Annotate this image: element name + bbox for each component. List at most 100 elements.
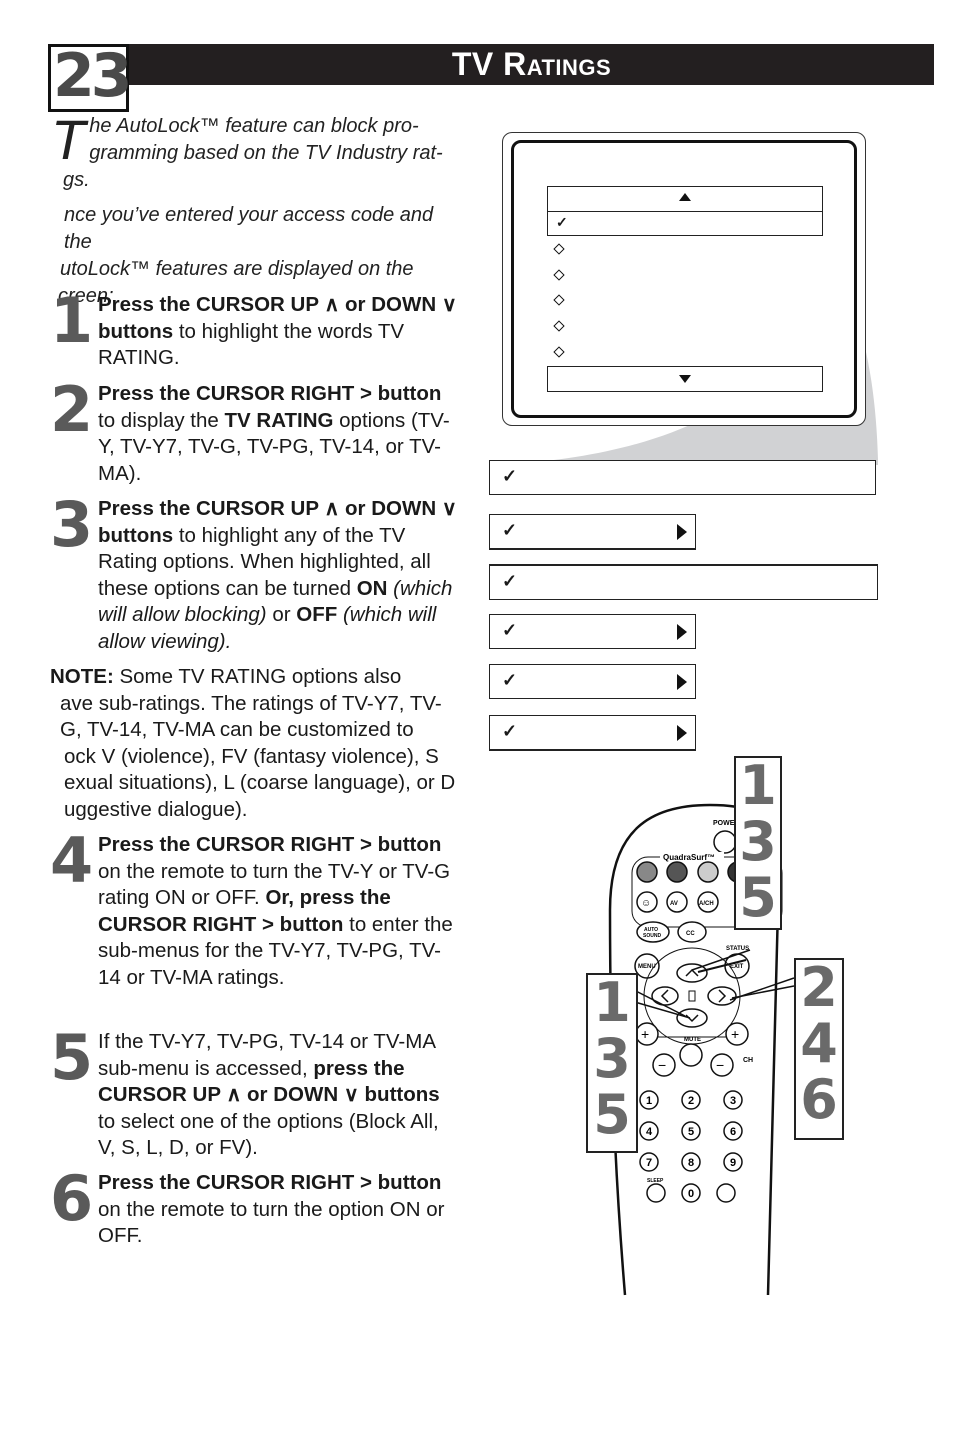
quadrasurf-button-3[interactable] <box>697 861 719 883</box>
note-line: G, TV-14, TV-MA can be customized to <box>60 718 414 741</box>
step-6: 6 Press the CURSOR RIGHT > button on the… <box>50 1166 460 1250</box>
drop-cap: T <box>51 108 86 171</box>
submenu-arrow-icon <box>677 524 687 540</box>
step-text: Press the CURSOR RIGHT > button on the r… <box>98 1170 460 1250</box>
step-5: 5 If the TV-Y7, TV-PG, TV-14 or TV-MA su… <box>50 1025 460 1162</box>
check-icon: ✓ <box>502 571 518 591</box>
digit-label: 1 <box>646 1095 652 1107</box>
quadrasurf-button-1[interactable] <box>636 861 658 883</box>
diamond-icon <box>553 294 565 306</box>
cursor-right-button[interactable] <box>707 986 737 1006</box>
minus-icon: − <box>716 1057 724 1073</box>
callout-number: 5 <box>739 866 777 929</box>
step-text: Press the CURSOR RIGHT > button on the r… <box>98 832 460 991</box>
cursor-down-button[interactable] <box>676 1008 708 1028</box>
intro-line: nce you’ve entered your access code and … <box>64 204 434 253</box>
step-text-run: on the remote to turn the option ON or O… <box>98 1197 445 1248</box>
callout-number: 2 <box>800 956 838 1019</box>
note-line: ave sub-ratings. The ratings of TV-Y7, T… <box>60 691 442 715</box>
check-icon: ✓ <box>502 520 518 540</box>
menu-item[interactable] <box>553 292 575 308</box>
intro-line: he AutoLock™ feature can block pro- <box>89 115 419 137</box>
note-line: ock V (violence), FV (fantasy violence),… <box>64 744 439 768</box>
intro-line: gramming based on the TV Industry rat- <box>89 142 443 164</box>
mute-label: MUTE <box>684 1037 701 1043</box>
menu-item[interactable] <box>553 344 575 360</box>
callout-number: 1 <box>593 971 631 1034</box>
page-number-box: 23 <box>48 41 132 112</box>
rating-option-2[interactable]: ✓ <box>489 514 696 550</box>
minus-icon: − <box>658 1057 666 1073</box>
step-text-run: TV RATING <box>224 408 334 432</box>
ok-icon <box>688 990 696 1002</box>
note-line: uggestive dialogue). <box>64 797 248 821</box>
scroll-up-button[interactable] <box>547 186 823 212</box>
rating-option-6[interactable]: ✓ <box>489 715 696 751</box>
mute-button[interactable] <box>679 1043 703 1067</box>
digit-label: 5 <box>688 1126 694 1138</box>
digit-label: 9 <box>730 1157 736 1169</box>
page-number: 23 <box>53 41 132 111</box>
digit-label: 6 <box>730 1126 736 1138</box>
menu-label: MENU <box>638 964 656 970</box>
digit-label: 0 <box>688 1188 694 1200</box>
check-icon: ✓ <box>556 214 568 230</box>
callout-number: 1 <box>739 754 777 817</box>
rating-option-3[interactable]: ✓ <box>489 564 878 600</box>
sleep-button[interactable] <box>646 1183 666 1203</box>
rating-option-1[interactable]: ✓ <box>489 460 876 495</box>
cursor-left-button[interactable] <box>651 986 679 1006</box>
scroll-down-button[interactable] <box>547 366 823 392</box>
callout-number: 3 <box>739 810 777 873</box>
channel-label: CH <box>743 1057 753 1064</box>
quadrasurf-button-2[interactable] <box>666 861 688 883</box>
submenu-arrow-icon <box>677 725 687 741</box>
menu-item[interactable] <box>553 318 575 334</box>
triangle-up-icon <box>679 193 691 201</box>
callout-number: 4 <box>800 1012 838 1075</box>
step-text: If the TV-Y7, TV-PG, TV-14 or TV-MA sub-… <box>98 1029 460 1162</box>
check-icon: ✓ <box>502 620 518 640</box>
step-text-run: Press the CURSOR RIGHT > button <box>98 382 442 405</box>
callout-steps-246-right: 2 4 6 <box>794 958 844 1140</box>
digit-label: 8 <box>688 1157 694 1169</box>
step-text-run: or <box>266 603 297 626</box>
check-icon: ✓ <box>502 670 518 690</box>
note-label: NOTE: <box>50 665 114 688</box>
step-text-run: to display the <box>98 408 225 432</box>
step-1: 1 Press the CURSOR UP ∧ or DOWN ∨ button… <box>50 288 460 372</box>
diamond-icon <box>553 243 565 255</box>
digit-label: 3 <box>730 1095 736 1107</box>
step-text-run: ON <box>356 576 388 600</box>
cc-label: CC <box>686 931 695 937</box>
digit-label: 4 <box>646 1126 653 1138</box>
note: NOTE: Some TV RATING options also ave su… <box>50 664 460 823</box>
digit-label: 2 <box>688 1095 694 1107</box>
step-text-run: Press the CURSOR RIGHT > button <box>98 1171 442 1194</box>
step-number: 5 <box>50 1021 93 1094</box>
callout-number: 3 <box>593 1027 631 1090</box>
menu-item-selected[interactable]: ✓ <box>547 211 823 236</box>
rating-option-4[interactable]: ✓ <box>489 614 696 649</box>
intro-line: utoLock™ features are displayed on the <box>60 258 414 280</box>
blank-button[interactable] <box>716 1183 736 1203</box>
step-text-run: to select one of the options (Block All,… <box>98 1109 439 1160</box>
smiley-icon: ☺ <box>641 898 651 909</box>
note-line: exual situations), L (coarse language), … <box>64 771 456 794</box>
page-title: TV Ratings <box>451 46 612 82</box>
intro-paragraph-1: T he AutoLock™ feature can block pro- gr… <box>51 108 451 194</box>
step-text-run: OFF <box>296 603 338 626</box>
step-number: 2 <box>50 373 93 446</box>
menu-item[interactable] <box>553 241 575 257</box>
digit-label: 7 <box>646 1157 652 1169</box>
step-text: Press the CURSOR UP ∧ or DOWN ∨ buttons … <box>98 292 460 372</box>
callout-steps-135-top: 1 3 5 <box>734 756 782 930</box>
check-icon: ✓ <box>502 721 518 741</box>
intro-line: gs. <box>63 169 90 191</box>
sleep-label: SLEEP <box>647 1178 664 1184</box>
menu-item[interactable] <box>553 267 575 283</box>
power-button[interactable] <box>713 830 737 854</box>
diamond-icon <box>553 320 565 332</box>
step-3: 3 Press the CURSOR UP ∧ or DOWN ∨ button… <box>50 492 460 655</box>
rating-option-5[interactable]: ✓ <box>489 664 696 699</box>
